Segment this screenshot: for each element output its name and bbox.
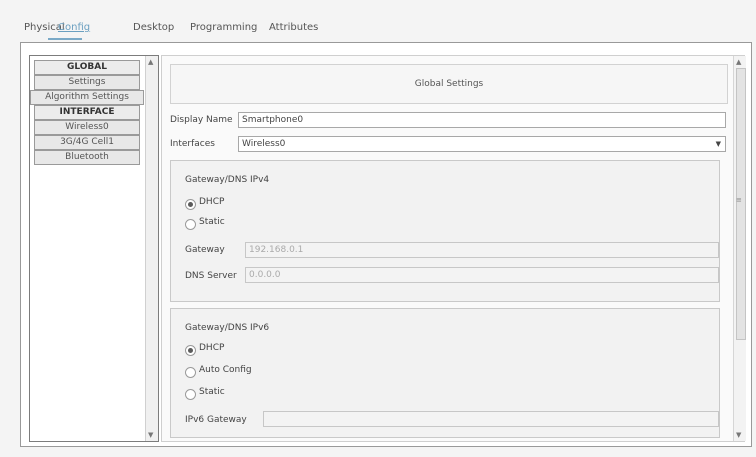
ipv4-dns-input[interactable]: 0.0.0.0 (245, 267, 719, 283)
tab-bar: Physical Config Desktop Programming Attr… (0, 0, 756, 44)
scroll-up-icon[interactable]: ▲ (736, 58, 741, 66)
tab-desktop[interactable]: Desktop (129, 18, 178, 38)
nav-algorithm-settings[interactable]: Algorithm Settings (30, 90, 144, 105)
nav-3g4g-cell1[interactable]: 3G/4G Cell1 (34, 135, 140, 150)
ipv4-group-title: Gateway/DNS IPv4 (185, 175, 270, 185)
scroll-grip-icon: ≡ (736, 196, 742, 204)
tab-programming[interactable]: Programming (186, 18, 261, 38)
ipv4-dhcp-radio[interactable] (185, 199, 196, 210)
scroll-down-icon[interactable]: ▼ (148, 431, 153, 439)
ipv6-auto-config-radio[interactable] (185, 367, 196, 378)
active-tab-indicator (48, 38, 82, 40)
interfaces-select[interactable]: Wireless0 ▼ (238, 136, 726, 152)
tab-attributes[interactable]: Attributes (265, 18, 322, 38)
ipv4-static-label: Static (199, 217, 225, 227)
ipv4-gateway-label: Gateway (185, 245, 225, 255)
ipv6-dhcp-label: DHCP (199, 343, 225, 353)
scroll-down-icon[interactable]: ▼ (736, 431, 741, 439)
scroll-up-icon[interactable]: ▲ (148, 58, 153, 66)
interfaces-value: Wireless0 (242, 139, 286, 149)
chevron-down-icon: ▼ (715, 140, 721, 148)
nav-interface-header[interactable]: INTERFACE (34, 105, 140, 120)
ipv6-static-label: Static (199, 387, 225, 397)
interfaces-label: Interfaces (170, 139, 215, 149)
right-scrollbar[interactable]: ▲ ≡ ▼ (733, 56, 746, 441)
nav-wireless0[interactable]: Wireless0 (34, 120, 140, 135)
left-navigation: GLOBAL Settings Algorithm Settings INTER… (29, 55, 159, 442)
ipv6-group: Gateway/DNS IPv6 DHCP Auto Config Static… (170, 308, 720, 438)
ipv6-dhcp-radio[interactable] (185, 345, 196, 356)
tab-config[interactable]: Config (54, 18, 94, 38)
scroll-thumb[interactable] (736, 68, 746, 340)
ipv4-dhcp-label: DHCP (199, 197, 225, 207)
ipv6-group-title: Gateway/DNS IPv6 (185, 323, 270, 333)
left-scrollbar[interactable]: ▲ ▼ (145, 56, 158, 441)
ipv4-dns-label: DNS Server (185, 271, 237, 281)
ipv4-group: Gateway/DNS IPv4 DHCP Static Gateway 192… (170, 160, 720, 302)
ipv6-static-radio[interactable] (185, 389, 196, 400)
global-settings-title: Global Settings (170, 64, 728, 104)
ipv6-gateway-input[interactable] (263, 411, 719, 427)
display-name-input[interactable]: Smartphone0 (238, 112, 726, 128)
ipv4-static-radio[interactable] (185, 219, 196, 230)
settings-content: Global Settings Display Name Smartphone0… (161, 55, 746, 442)
nav-bluetooth[interactable]: Bluetooth (34, 150, 140, 165)
display-name-label: Display Name (170, 115, 233, 125)
nav-settings[interactable]: Settings (34, 75, 140, 90)
ipv6-gateway-label: IPv6 Gateway (185, 415, 247, 425)
config-panel: GLOBAL Settings Algorithm Settings INTER… (20, 42, 752, 447)
ipv4-gateway-input[interactable]: 192.168.0.1 (245, 242, 719, 258)
nav-global-header[interactable]: GLOBAL (34, 60, 140, 75)
ipv6-auto-config-label: Auto Config (199, 365, 252, 375)
